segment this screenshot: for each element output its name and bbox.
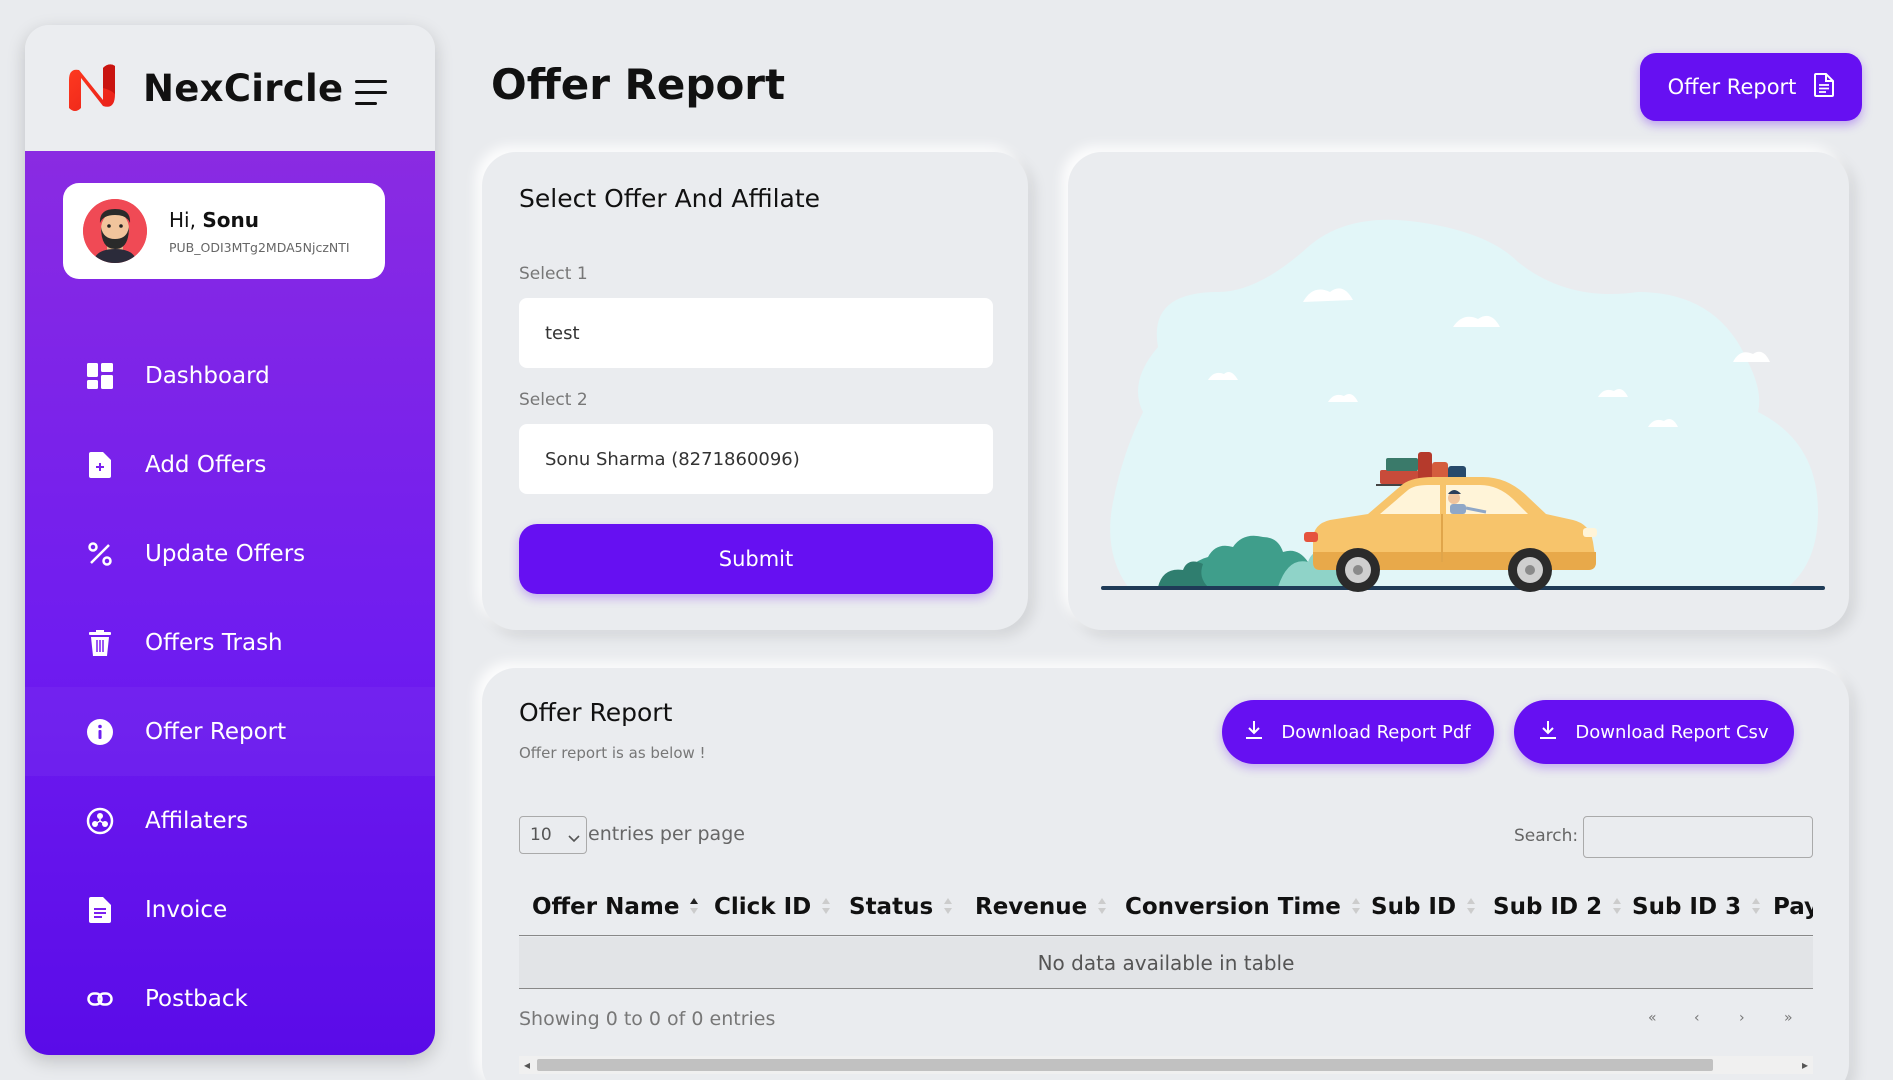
- sort-icon: [1351, 895, 1361, 921]
- download-icon: [1539, 720, 1557, 745]
- column-offer-name[interactable]: Offer Name: [532, 894, 699, 921]
- info-icon: [85, 717, 115, 747]
- scroll-right-icon[interactable]: ▸: [1802, 1058, 1808, 1072]
- chevron-down-icon: [568, 828, 580, 848]
- empty-table-row: No data available in table: [519, 937, 1813, 989]
- user-greeting: Hi, Sonu: [169, 207, 259, 232]
- dashboard-icon: [85, 361, 115, 391]
- offer-report-button-label: Offer Report: [1667, 75, 1797, 99]
- sidebar-item-affilaters[interactable]: Affilaters: [25, 776, 435, 865]
- select1-field[interactable]: test: [519, 298, 993, 368]
- sidebar-item-label: Invoice: [145, 896, 228, 923]
- brand-name: NexCircle: [143, 66, 344, 110]
- offer-report-button[interactable]: Offer Report: [1640, 53, 1862, 121]
- download-pdf-label: Download Report Pdf: [1281, 721, 1471, 743]
- sidebar: NexCircle Hi, Sonu PUB_ODI3MTg2MDA5NjczN…: [25, 25, 435, 1055]
- user-text: Hi, Sonu PUB_ODI3MTg2MDA5NjczNTI: [169, 208, 350, 255]
- download-csv-button[interactable]: Download Report Csv: [1514, 700, 1794, 764]
- download-icon: [1245, 720, 1263, 745]
- sidebar-item-label: Add Offers: [145, 451, 267, 478]
- column-conversion-time[interactable]: Conversion Time: [1125, 894, 1361, 921]
- column-pay[interactable]: Pay: [1773, 894, 1813, 920]
- search-input[interactable]: [1583, 816, 1813, 858]
- sort-icon: [1097, 895, 1107, 921]
- avatar: [83, 199, 147, 263]
- sidebar-item-label: Dashboard: [145, 362, 270, 389]
- invoice-icon: [85, 895, 115, 925]
- car-illustration: [1101, 219, 1825, 592]
- select2-label: Select 2: [519, 390, 588, 410]
- search-label: Search:: [1514, 826, 1579, 846]
- sidebar-item-label: Offer Report: [145, 718, 287, 745]
- entries-value: 10: [530, 825, 552, 845]
- pager-first[interactable]: «: [1648, 1010, 1657, 1026]
- add-document-icon: [85, 450, 115, 480]
- brand-header: NexCircle: [25, 25, 435, 151]
- scrollbar-thumb[interactable]: [537, 1059, 1713, 1071]
- user-id: PUB_ODI3MTg2MDA5NjczNTI: [169, 239, 350, 255]
- document-icon: [1814, 72, 1835, 102]
- hamburger-menu-icon[interactable]: [355, 80, 389, 106]
- sort-asc-icon: [689, 895, 699, 921]
- select2-field[interactable]: Sonu Sharma (8271860096): [519, 424, 993, 494]
- column-sub-id-2[interactable]: Sub ID 2: [1493, 894, 1622, 921]
- select1-label: Select 1: [519, 264, 588, 284]
- sidebar-nav: Hi, Sonu PUB_ODI3MTg2MDA5NjczNTI Dashboa…: [25, 151, 435, 1055]
- horizontal-scrollbar[interactable]: ◂ ▸: [519, 1056, 1813, 1074]
- form-title: Select Offer And Affilate: [519, 184, 821, 213]
- sidebar-item-offer-report[interactable]: Offer Report: [25, 687, 435, 776]
- column-revenue[interactable]: Revenue: [975, 894, 1107, 921]
- table-header: Offer Name Click ID Status Revenue Conve…: [519, 880, 1813, 936]
- nexcircle-logo[interactable]: [65, 60, 123, 116]
- percent-icon: [85, 539, 115, 569]
- sort-icon: [821, 895, 831, 921]
- submit-button[interactable]: Submit: [519, 524, 993, 594]
- link-icon: [85, 984, 115, 1014]
- report-subtitle: Offer report is as below !: [519, 744, 706, 762]
- illustration-card: [1068, 152, 1849, 630]
- download-csv-label: Download Report Csv: [1575, 721, 1769, 743]
- sidebar-item-label: Affilaters: [145, 807, 249, 834]
- trash-icon: [85, 628, 115, 658]
- sort-icon: [1612, 895, 1622, 921]
- sidebar-item-invoice[interactable]: Invoice: [25, 865, 435, 954]
- entries-per-page-label: entries per page: [588, 823, 745, 845]
- entries-per-page-select[interactable]: 10: [519, 816, 587, 854]
- sort-icon: [1466, 895, 1476, 921]
- select-offer-card: Select Offer And Affilate Select 1 test …: [482, 152, 1028, 630]
- sort-icon: [1751, 895, 1761, 921]
- sort-icon: [943, 895, 953, 921]
- user-name: Sonu: [202, 207, 259, 232]
- pager-next[interactable]: ›: [1739, 1010, 1745, 1026]
- sidebar-item-label: Offers Trash: [145, 629, 283, 656]
- sidebar-item-offers-trash[interactable]: Offers Trash: [25, 598, 435, 687]
- report-title: Offer Report: [519, 698, 673, 727]
- sidebar-item-dashboard[interactable]: Dashboard: [25, 331, 435, 420]
- column-status[interactable]: Status: [849, 894, 953, 921]
- page-title: Offer Report: [491, 60, 786, 109]
- sidebar-item-update-offers[interactable]: Update Offers: [25, 509, 435, 598]
- download-pdf-button[interactable]: Download Report Pdf: [1222, 700, 1494, 764]
- network-icon: [85, 806, 115, 836]
- sidebar-item-label: Update Offers: [145, 540, 306, 567]
- sidebar-item-label: Postback: [145, 985, 248, 1012]
- pager-prev[interactable]: ‹: [1694, 1010, 1700, 1026]
- offer-report-card: Offer Report Offer report is as below ! …: [482, 668, 1849, 1080]
- showing-entries-text: Showing 0 to 0 of 0 entries: [519, 1008, 776, 1030]
- scroll-left-icon[interactable]: ◂: [524, 1058, 530, 1072]
- user-card[interactable]: Hi, Sonu PUB_ODI3MTg2MDA5NjczNTI: [63, 183, 385, 279]
- sidebar-item-add-offers[interactable]: Add Offers: [25, 420, 435, 509]
- column-sub-id[interactable]: Sub ID: [1371, 894, 1476, 921]
- column-click-id[interactable]: Click ID: [714, 894, 831, 921]
- pager-last[interactable]: »: [1784, 1010, 1793, 1026]
- sidebar-item-postback[interactable]: Postback: [25, 954, 435, 1043]
- column-sub-id-3[interactable]: Sub ID 3: [1632, 894, 1761, 921]
- sidebar-menu: Dashboard Add Offers Update Offers Offer…: [25, 331, 435, 1043]
